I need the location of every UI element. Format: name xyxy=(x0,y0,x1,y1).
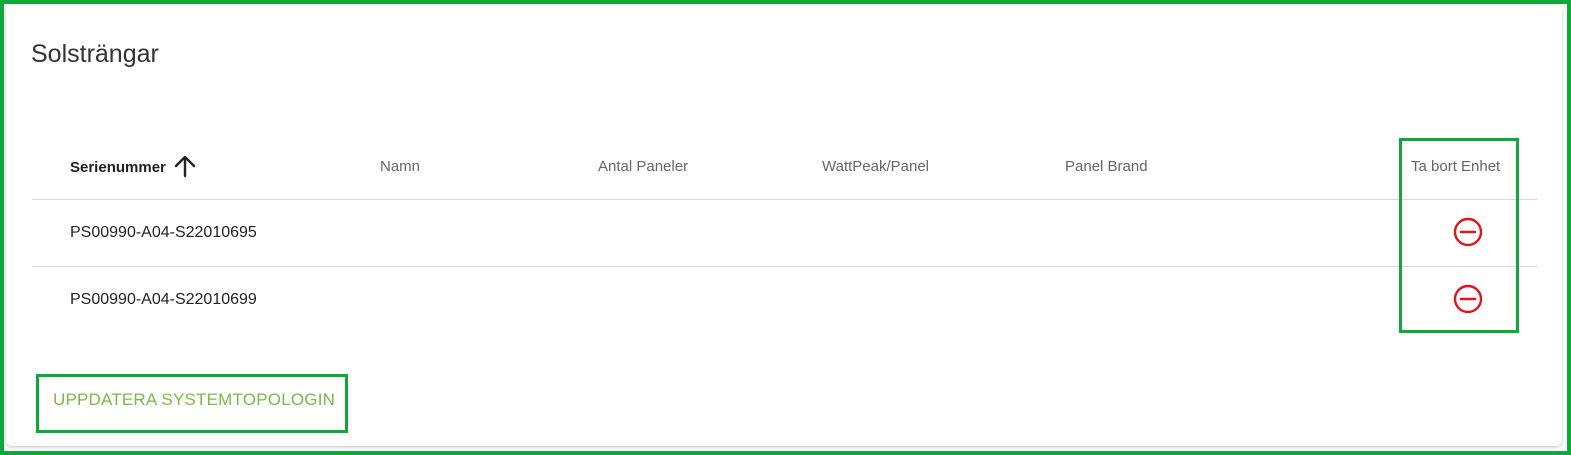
column-header-serial[interactable]: Serienummer xyxy=(70,155,196,178)
column-header-panel-count[interactable]: Antal Paneler xyxy=(598,158,688,175)
cell-serial: PS00990-A04-S22010695 xyxy=(70,224,257,241)
column-header-serial-label: Serienummer xyxy=(70,158,166,176)
card-title: Solsträngar xyxy=(31,40,159,68)
solar-strings-table: Serienummer Namn Antal Paneler WattPeak/… xyxy=(32,126,1537,334)
table-header: Serienummer Namn Antal Paneler WattPeak/… xyxy=(32,126,1537,200)
table-row: PS00990-A04-S22010695 xyxy=(32,200,1537,267)
column-header-name[interactable]: Namn xyxy=(380,158,420,175)
column-header-brand[interactable]: Panel Brand xyxy=(1065,158,1148,175)
cell-serial: PS00990-A04-S22010699 xyxy=(70,291,257,308)
table-row: PS00990-A04-S22010699 xyxy=(32,267,1537,334)
column-header-watt-peak[interactable]: WattPeak/Panel xyxy=(822,158,929,175)
remove-column-highlight xyxy=(1399,138,1519,333)
update-topology-button[interactable]: UPPDATERA SYSTEMTOPOLOGIN xyxy=(53,390,335,410)
arrow-up-icon xyxy=(174,155,196,178)
